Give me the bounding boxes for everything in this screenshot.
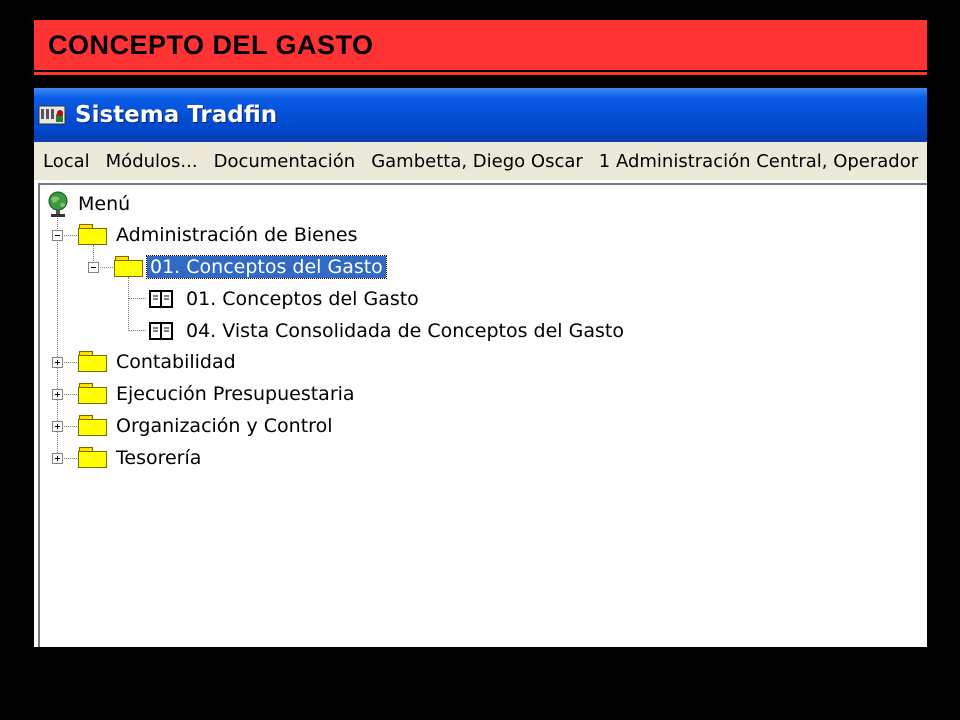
tree-item-label: Administración de Bienes (116, 224, 358, 246)
book-icon (149, 290, 173, 308)
menu-user[interactable]: Gambetta, Diego Oscar (363, 151, 591, 172)
menu-local[interactable]: Local (34, 151, 98, 172)
tree-item-administracion-de-bienes[interactable]: Administración de Bienes (40, 220, 440, 250)
tree-item-label: Organización y Control (116, 415, 333, 437)
banner: CONCEPTO DEL GASTO (34, 20, 927, 70)
folder-icon (78, 351, 108, 373)
tree-item-label: Contabilidad (116, 351, 236, 373)
tree-item-label: Tesorería (116, 447, 202, 469)
collapse-icon[interactable] (88, 262, 99, 273)
menu-tree: Menú Administración de Bienes 01. Concep… (38, 183, 927, 647)
menu-organization[interactable]: 1 Administración Central, Operador (591, 151, 926, 172)
tree-item-label: Ejecución Presupuestaria (116, 383, 355, 405)
folder-icon (114, 256, 144, 278)
app-icon (38, 105, 66, 125)
tree-leaf-conceptos-del-gasto[interactable]: 01. Conceptos del Gasto (40, 284, 640, 314)
expand-icon[interactable] (52, 421, 63, 432)
menu-globe-icon (48, 191, 68, 217)
banner-rule (34, 72, 927, 75)
title-bar[interactable]: Sistema Tradfin (34, 88, 927, 142)
tree-leaf-label: 01. Conceptos del Gasto (186, 288, 419, 310)
folder-icon (78, 415, 108, 437)
folder-icon (78, 383, 108, 405)
tree-item-tesoreria[interactable]: Tesorería (40, 443, 440, 473)
tree-root[interactable]: Menú (44, 189, 244, 219)
book-icon (149, 322, 173, 340)
app-window: Sistema Tradfin Local Módulos... Documen… (34, 88, 927, 647)
expand-icon[interactable] (52, 453, 63, 464)
tree-item-contabilidad[interactable]: Contabilidad (40, 347, 440, 377)
tree-item-conceptos-del-gasto-folder[interactable]: 01. Conceptos del Gasto (40, 252, 540, 282)
tree-item-ejecucion-presupuestaria[interactable]: Ejecución Presupuestaria (40, 379, 440, 409)
window-title: Sistema Tradfin (75, 102, 278, 128)
tree-item-organizacion-y-control[interactable]: Organización y Control (40, 411, 440, 441)
expand-icon[interactable] (52, 357, 63, 368)
tree-item-label-selected: 01. Conceptos del Gasto (146, 255, 387, 279)
expand-icon[interactable] (52, 389, 63, 400)
tree-root-label: Menú (78, 193, 131, 215)
folder-icon (78, 224, 108, 246)
tree-leaf-label: 04. Vista Consolidada de Conceptos del G… (186, 320, 624, 342)
menu-bar: Local Módulos... Documentación Gambetta,… (34, 142, 927, 180)
slide: CONCEPTO DEL GASTO Sistema Tradfin Local… (0, 0, 960, 720)
tree-leaf-vista-consolidada[interactable]: 04. Vista Consolidada de Conceptos del G… (40, 316, 740, 346)
menu-documentacion[interactable]: Documentación (206, 151, 364, 172)
banner-title: CONCEPTO DEL GASTO (48, 29, 374, 60)
folder-icon (78, 447, 108, 469)
menu-modulos[interactable]: Módulos... (98, 151, 206, 172)
collapse-icon[interactable] (52, 230, 63, 241)
